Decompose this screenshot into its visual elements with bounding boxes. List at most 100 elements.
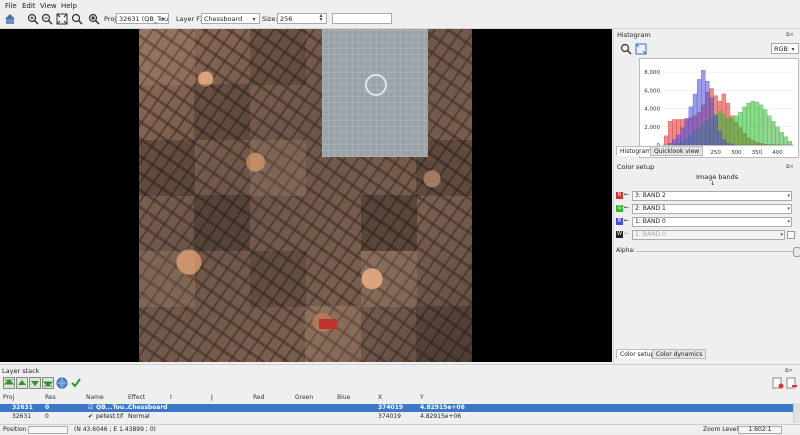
layerfx-combo[interactable]: Chessboard ▾ [201,13,260,24]
histogram-x-tick: 250 [710,150,721,156]
histogram-green-series-bar [726,118,730,145]
dock-buttons-icon[interactable]: ⧉✕ [786,32,800,38]
layer-x: 374019 [378,404,403,412]
zoom-in-icon[interactable] [27,13,39,25]
white-band-checkbox[interactable] [787,231,795,239]
zoom-full-icon[interactable] [71,13,83,25]
col-effect: Effect [128,394,145,401]
layer-row[interactable]: 32631 0 ☑ QB...Tou... Chessboard 374019 … [0,404,793,412]
move-bottom-icon[interactable] [42,377,54,389]
image-view[interactable] [0,29,612,362]
alpha-label: Alpha: [616,247,635,254]
position-label: Position [3,426,26,433]
layer-proj: 32631 [12,404,33,412]
delete-layer-icon[interactable] [772,377,784,389]
layer-effect: Chessboard [128,404,168,412]
alpha-slider-track[interactable] [636,251,796,252]
col-j: J [211,394,213,401]
apply-check-icon[interactable] [70,377,82,389]
layer-visible-checkbox[interactable]: ✔ [88,413,93,421]
tab-quicklook[interactable]: Quicklook view [650,146,703,156]
layer-stack-title: Layer stack [2,367,39,375]
histogram-blue-series-bar [685,119,689,145]
col-name: Name [86,394,104,401]
toolbar: Proj 32631 (QB_Tou ▾ Layer FX Chessboard… [0,11,800,29]
col-i: I [170,394,172,401]
white-band-select[interactable]: 1: BAND 0 ▾ [632,230,785,240]
menu-edit[interactable]: Edit [22,2,36,10]
band-row-blue: B ← 1: BAND 0 ▾ [616,217,794,227]
red-channel-icon: R [616,192,623,199]
histogram-blue-series-bar [714,116,718,145]
globe-icon[interactable] [56,377,68,389]
histogram-green-series-bar [767,116,771,145]
zoom-level-value: 1.602:1 [748,426,771,433]
zoom-level-field[interactable]: 1.602:1 [738,426,782,434]
layer-scrollbar[interactable] [793,403,800,423]
menu-help[interactable]: Help [61,2,77,10]
move-top-icon[interactable] [3,377,15,389]
histogram-green-series-bar [738,112,742,145]
layer-visible-checkbox[interactable]: ☑ [88,404,93,412]
histogram-green-series-bar [759,105,763,145]
menu-view[interactable]: View [40,2,57,10]
chevron-down-icon: ▾ [787,192,790,200]
layer-name: petest.tif [96,413,123,421]
histogram-blue-series-bar [718,131,722,145]
histogram-blue-series-bar [722,140,726,145]
layer-stack-panel: Layer stack ⧉✕ Proj Res Name Effect I J … [0,364,800,425]
arrow-left-icon: ← [624,217,629,224]
green-band-select[interactable]: 2: BAND 1 ▾ [632,204,792,214]
zoom-out-icon[interactable] [41,13,53,25]
histogram-x-tick: 300 [731,150,742,156]
home-icon[interactable] [4,13,16,25]
histogram-chart: 8,0006,0004,0002,0000150200250300350400 [639,58,799,158]
zoom-histogram-icon[interactable] [620,43,632,55]
layer-y: 4.82915e+06 [420,413,461,421]
arrow-left-icon: ← [624,230,629,237]
red-band-value: 3: BAND 2 [635,192,666,199]
layer-row[interactable]: 32631 0 ✔ petest.tif Normal 374019 4.829… [0,413,793,421]
layer-y: 4.82915e+06 [420,404,465,412]
red-band-select[interactable]: 3: BAND 2 ▾ [632,191,792,201]
dock-buttons-icon[interactable]: ⧉✕ [785,368,799,374]
histogram-red-series-bar [664,136,668,145]
spinner-icon: ▴▾ [317,14,325,23]
histogram-green-series-bar [771,121,775,145]
layer-res: 0 [45,404,49,412]
histogram-blue-series-bar [689,107,693,145]
chevron-down-icon: ▾ [250,14,258,23]
plaza-area [322,29,428,157]
zoom-layer-icon[interactable] [88,13,100,25]
size-spinbox[interactable]: 256 ▴▾ [277,13,327,24]
projection-combo[interactable]: 32631 (QB_Tou ▾ [116,13,169,24]
right-panel: Histogram ⧉✕ RGB ▾ 8,0006,0004,0002,0000… [613,29,800,362]
position-coords: (N 43.6046 ; E 1.43899 ; 0) [74,426,156,433]
dock-buttons-icon[interactable]: ⧉✕ [786,164,800,170]
blue-band-select[interactable]: 1: BAND 0 ▾ [632,217,792,227]
histogram-red-series-bar [668,121,672,145]
histogram-green-series-bar [743,107,747,145]
histogram-mode-combo[interactable]: RGB ▾ [771,43,799,54]
extra-input[interactable] [332,13,392,24]
red-roof [319,319,337,329]
menu-file[interactable]: File [5,2,17,10]
histogram-green-series-bar [730,119,734,145]
zoom-level-label: Zoom Level [703,426,738,433]
position-field [28,426,68,434]
histogram-blue-series-bar [681,128,685,145]
band-row-white: W ← 1: BAND 0 ▾ [616,230,794,240]
histogram-green-series-bar [784,137,788,145]
delete-all-icon[interactable] [786,377,798,389]
white-band-value: 1: BAND 0 [635,231,666,238]
histogram-blue-series-bar [693,94,697,145]
move-up-icon[interactable] [16,377,28,389]
histogram-green-series-bar [734,116,738,145]
tab-color-dynamics[interactable]: Color dynamics [652,349,706,359]
alpha-slider-handle[interactable] [793,247,800,257]
plaza-center [365,74,387,96]
zoom-extent-icon[interactable] [56,13,68,25]
fit-histogram-icon[interactable] [635,43,647,55]
blue-band-value: 1: BAND 0 [635,218,666,225]
move-down-icon[interactable] [29,377,41,389]
